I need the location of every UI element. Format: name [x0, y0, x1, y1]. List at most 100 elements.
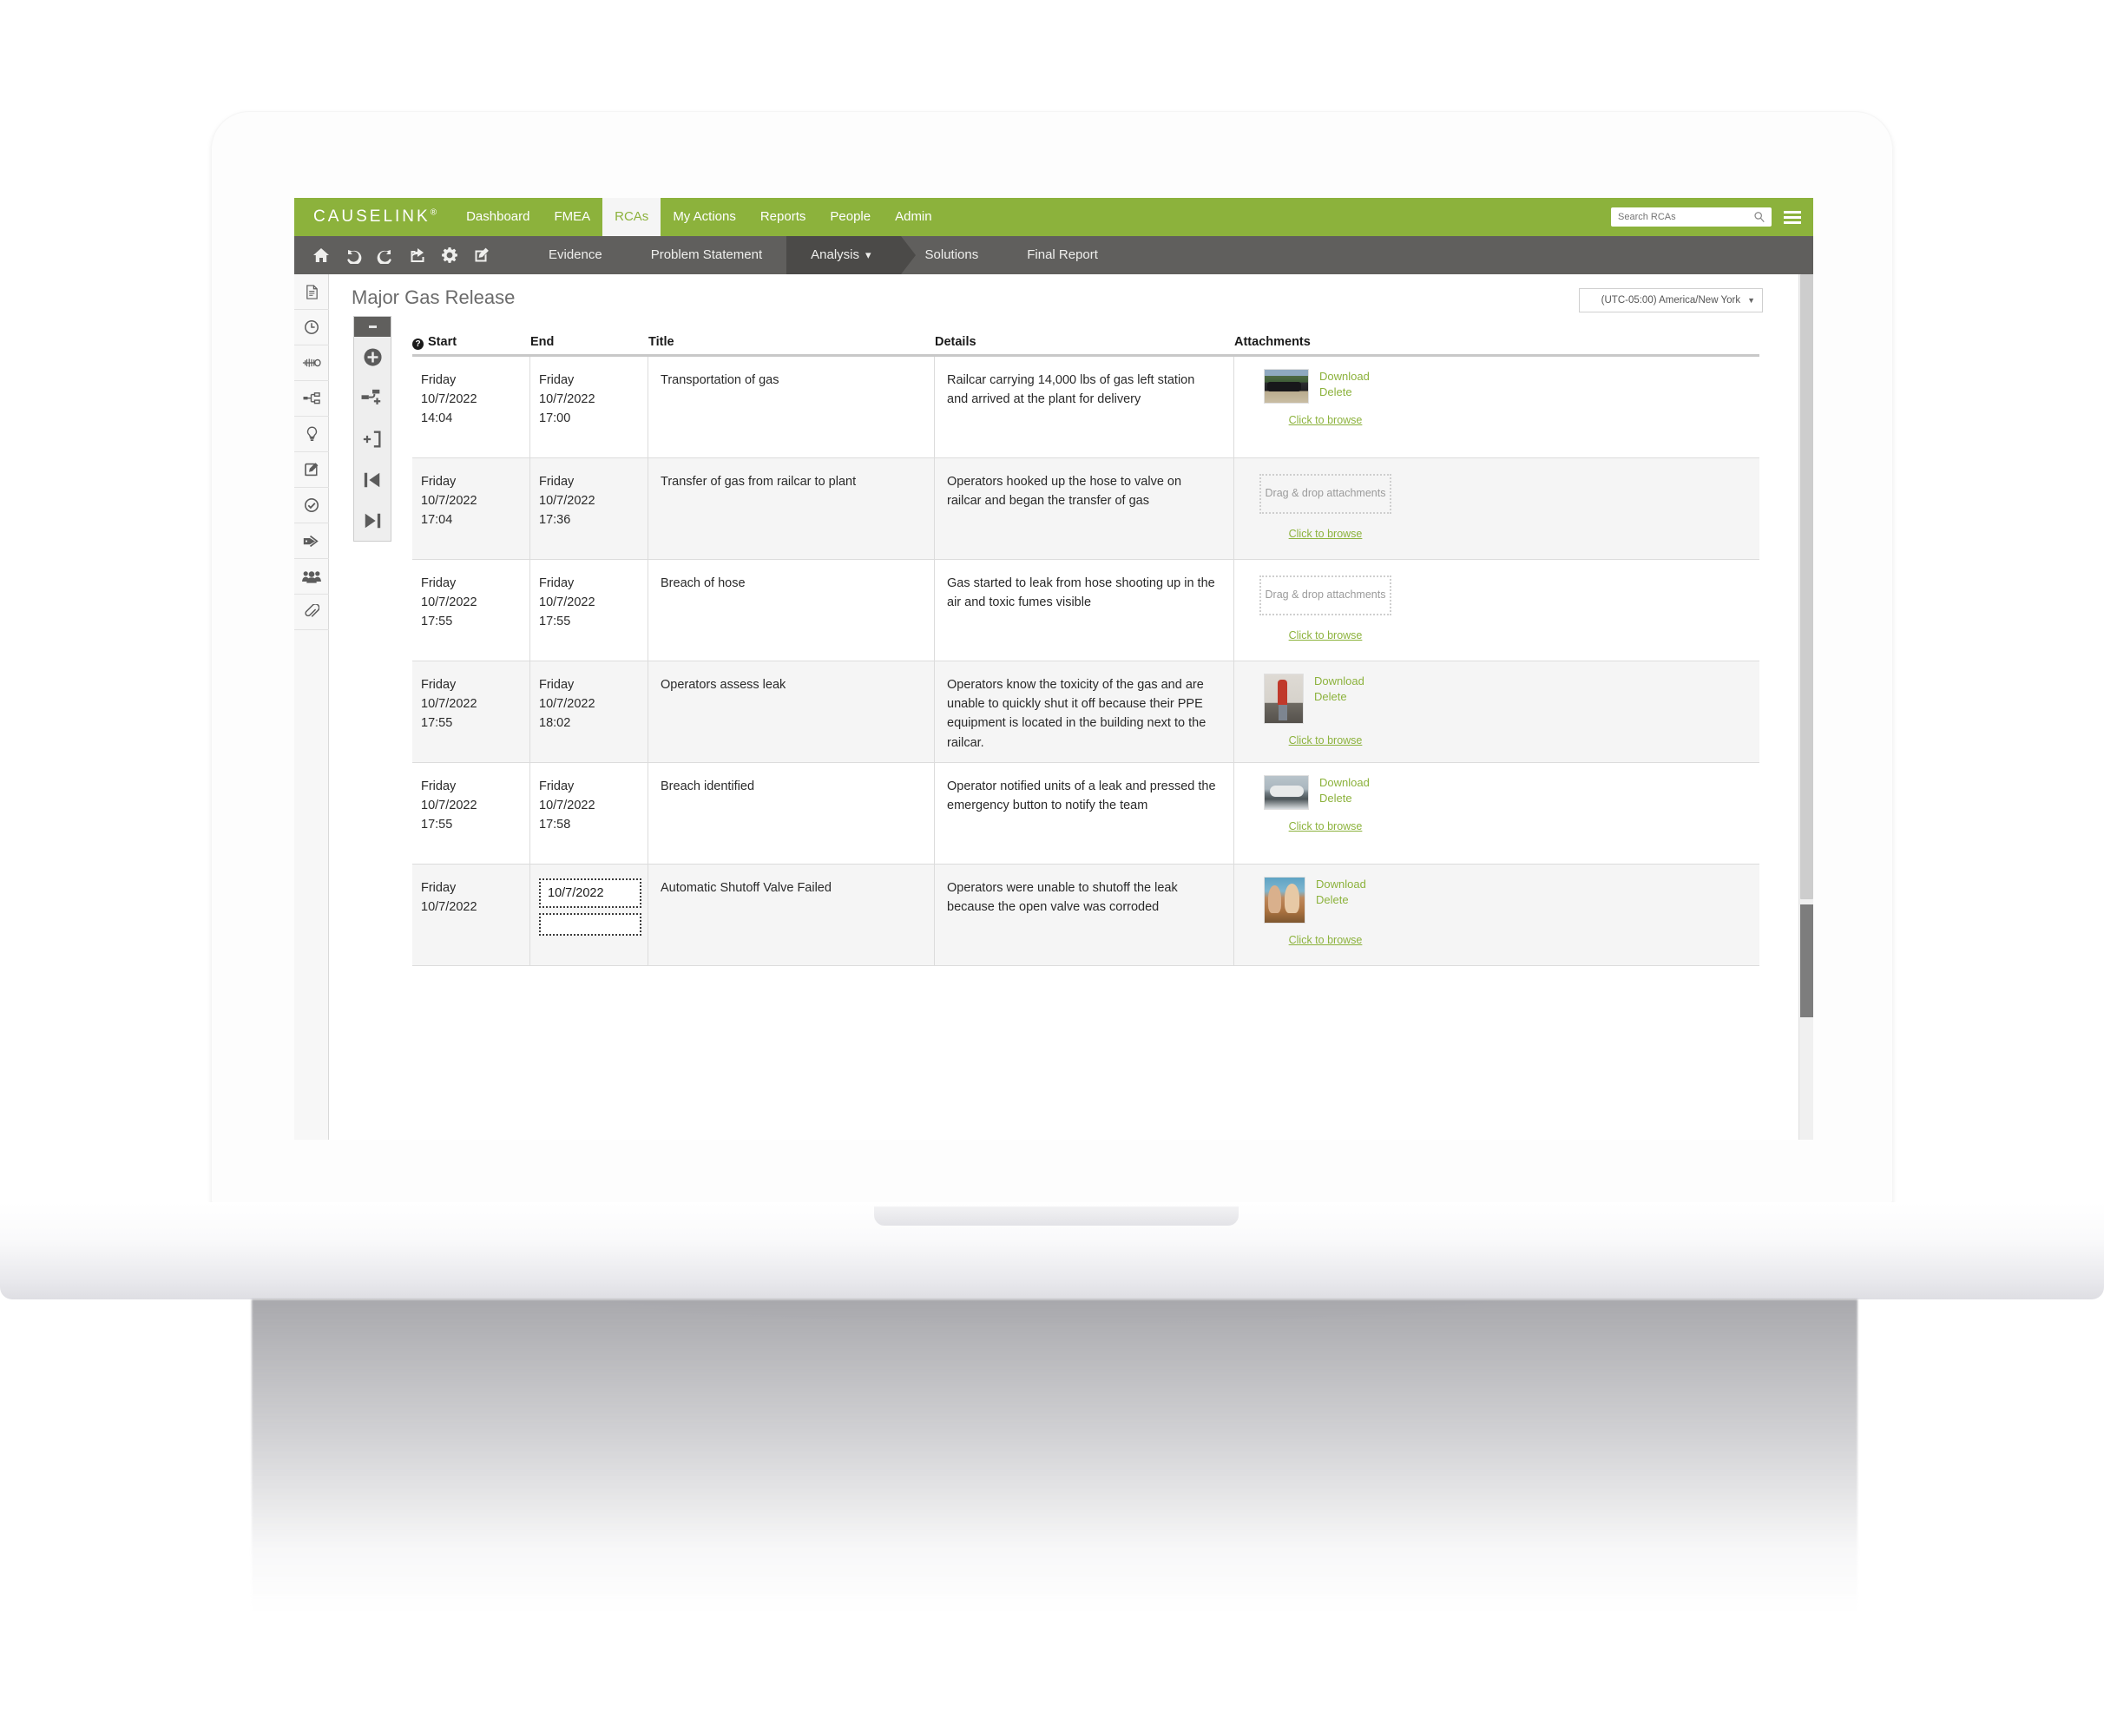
tab-solutions[interactable]: Solutions	[901, 236, 1003, 274]
cell-title[interactable]: Transfer of gas from railcar to plant	[648, 458, 935, 559]
end-date-input[interactable]: 10/7/2022	[539, 878, 641, 909]
rail-item-notes-edit[interactable]	[294, 452, 329, 488]
cell-end[interactable]: Friday 10/7/2022 17:00	[530, 357, 648, 457]
undo-icon[interactable]	[344, 246, 363, 265]
laptop-base-notch	[874, 1207, 1239, 1226]
rail-item-fishbone[interactable]	[294, 345, 329, 381]
cell-details[interactable]: Railcar carrying 14,000 lbs of gas left …	[935, 357, 1234, 457]
click-to-browse-link[interactable]: Click to browse	[1234, 526, 1417, 542]
tab-analysis[interactable]: Analysis ▾	[786, 236, 916, 274]
nav-item-people[interactable]: People	[818, 198, 883, 236]
add-linked-event-button[interactable]	[354, 378, 391, 418]
delete-link[interactable]: Delete	[1319, 385, 1370, 400]
share-icon[interactable]	[408, 246, 427, 265]
nav-item-dashboard[interactable]: Dashboard	[454, 198, 542, 236]
cell-start[interactable]: Friday 10/7/2022 17:55	[412, 560, 530, 661]
cell-title[interactable]: Breach of hose	[648, 560, 935, 661]
cell-start[interactable]: Friday 10/7/2022 17:04	[412, 458, 530, 559]
attachment-dropzone[interactable]: Drag & drop attachments	[1259, 575, 1391, 615]
end-time-input[interactable]	[539, 913, 641, 937]
click-to-browse-link[interactable]: Click to browse	[1234, 819, 1417, 835]
rail-item-check-circle[interactable]	[294, 488, 329, 523]
rail-item-document[interactable]	[294, 274, 329, 310]
click-to-browse-link[interactable]: Click to browse	[1234, 628, 1417, 644]
click-to-browse-link[interactable]: Click to browse	[1234, 733, 1417, 749]
download-link[interactable]: Download	[1316, 877, 1366, 892]
table-row[interactable]: Friday 10/7/2022 17:55 Friday 10/7/2022 …	[412, 661, 1759, 763]
table-row[interactable]: Friday 10/7/2022 10/7/2022 Automatic Shu…	[412, 865, 1759, 966]
rail-item-clock[interactable]	[294, 310, 329, 345]
delete-link[interactable]: Delete	[1319, 791, 1370, 806]
insert-before-button[interactable]	[354, 418, 391, 459]
download-link[interactable]: Download	[1319, 775, 1370, 791]
rail-item-tags[interactable]	[294, 523, 329, 559]
delete-link[interactable]: Delete	[1314, 689, 1364, 705]
scrollbar-thumb[interactable]	[1800, 904, 1813, 1017]
redo-icon[interactable]	[376, 246, 395, 265]
cell-details[interactable]: Gas started to leak from hose shooting u…	[935, 560, 1234, 661]
cell-details[interactable]: Operator notified units of a leak and pr…	[935, 763, 1234, 864]
rail-item-paperclip[interactable]	[294, 595, 329, 630]
nav-item-my-actions[interactable]: My Actions	[661, 198, 748, 236]
start-day: Friday	[421, 475, 457, 489]
search-icon[interactable]	[1753, 211, 1765, 227]
timezone-select[interactable]: (UTC-05:00) America/New York ▼	[1579, 288, 1763, 312]
jump-to-first-button[interactable]	[354, 459, 391, 500]
hamburger-menu-icon[interactable]	[1784, 210, 1801, 224]
cell-start[interactable]: Friday 10/7/2022 14:04	[412, 357, 530, 457]
cell-details[interactable]: Operators know the toxicity of the gas a…	[935, 661, 1234, 762]
attachment-thumbnail-people[interactable]	[1264, 877, 1305, 924]
cell-start[interactable]: Friday 10/7/2022 17:55	[412, 661, 530, 762]
attachment-dropzone[interactable]: Drag & drop attachments	[1259, 474, 1391, 514]
cell-end[interactable]: Friday 10/7/2022 17:36	[530, 458, 648, 559]
jump-to-last-button[interactable]	[354, 500, 391, 541]
rail-item-tree-diagram[interactable]	[294, 381, 329, 417]
cell-title[interactable]: Operators assess leak	[648, 661, 935, 762]
nav-item-admin[interactable]: Admin	[883, 198, 944, 236]
cell-end[interactable]: Friday 10/7/2022 17:55	[530, 560, 648, 661]
cell-start[interactable]: Friday 10/7/2022	[412, 865, 530, 965]
tab-final-report[interactable]: Final Report	[1003, 236, 1122, 274]
event-toolbar-collapse-button[interactable]	[354, 317, 391, 337]
content-area: Major Gas Release (UTC-05:00) America/Ne…	[329, 274, 1813, 1140]
table-row[interactable]: Friday 10/7/2022 17:04 Friday 10/7/2022 …	[412, 458, 1759, 560]
cell-end[interactable]: Friday 10/7/2022 18:02	[530, 661, 648, 762]
cell-title[interactable]: Automatic Shutoff Valve Failed	[648, 865, 935, 965]
attachment-thumbnail-tank[interactable]	[1264, 775, 1309, 810]
brand-logo[interactable]: CAUSELINK®	[294, 207, 454, 227]
end-time: 17:36	[539, 513, 571, 528]
table-row[interactable]: Friday 10/7/2022 17:55 Friday 10/7/2022 …	[412, 763, 1759, 865]
search-input[interactable]	[1611, 208, 1741, 226]
tab-evidence[interactable]: Evidence	[524, 236, 627, 274]
attachment-thumbnail-railcar[interactable]	[1264, 369, 1309, 404]
nav-item-reports[interactable]: Reports	[748, 198, 819, 236]
table-row[interactable]: Friday 10/7/2022 17:55 Friday 10/7/2022 …	[412, 560, 1759, 661]
home-icon[interactable]	[312, 246, 331, 265]
edit-icon[interactable]	[472, 246, 491, 265]
download-link[interactable]: Download	[1319, 369, 1370, 385]
click-to-browse-link[interactable]: Click to browse	[1234, 932, 1417, 949]
delete-link[interactable]: Delete	[1316, 892, 1366, 908]
vertical-scrollbar[interactable]	[1798, 274, 1813, 1140]
add-event-button[interactable]	[354, 337, 391, 378]
tab-problem-statement[interactable]: Problem Statement	[627, 236, 786, 274]
cell-start[interactable]: Friday 10/7/2022 17:55	[412, 763, 530, 864]
cell-details[interactable]: Operators hooked up the hose to valve on…	[935, 458, 1234, 559]
attachment-thumbnail-worker[interactable]	[1264, 674, 1304, 724]
end-day: Friday	[539, 678, 575, 692]
rail-item-lightbulb[interactable]	[294, 417, 329, 452]
download-link[interactable]: Download	[1314, 674, 1364, 689]
nav-item-fmea[interactable]: FMEA	[542, 198, 602, 236]
gear-icon[interactable]	[440, 246, 459, 265]
nav-item-rcas[interactable]: RCAs	[602, 198, 661, 236]
cell-title[interactable]: Breach identified	[648, 763, 935, 864]
cell-end[interactable]: Friday 10/7/2022 17:58	[530, 763, 648, 864]
cell-end[interactable]: 10/7/2022	[530, 865, 648, 965]
click-to-browse-link[interactable]: Click to browse	[1234, 412, 1417, 429]
search-box[interactable]	[1611, 207, 1772, 227]
help-icon[interactable]: ?	[412, 339, 424, 350]
table-row[interactable]: Friday 10/7/2022 14:04 Friday 10/7/2022 …	[412, 357, 1759, 458]
rail-item-people[interactable]	[294, 559, 329, 595]
cell-title[interactable]: Transportation of gas	[648, 357, 935, 457]
cell-details[interactable]: Operators were unable to shutoff the lea…	[935, 865, 1234, 965]
